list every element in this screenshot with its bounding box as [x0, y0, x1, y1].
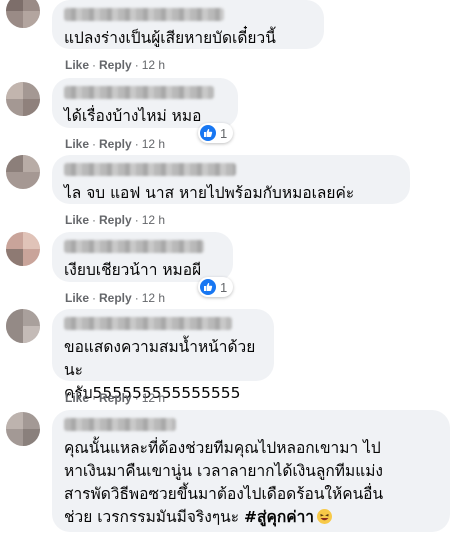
- comment-actions: Like · Reply · 12 h: [65, 58, 166, 72]
- comment-bubble: ขอแสดงความสมน้ำหน้าด้วยนะ ครับ5555555555…: [52, 309, 274, 402]
- comment-text: เงียบเชียวน้าา หมอผี: [64, 261, 202, 279]
- reply-button[interactable]: Reply: [99, 137, 132, 151]
- timestamp[interactable]: 12 h: [142, 58, 165, 72]
- like-thumb-icon: [200, 279, 216, 295]
- avatar[interactable]: [6, 412, 40, 446]
- author-name-redacted[interactable]: [64, 86, 214, 99]
- reply-button[interactable]: Reply: [99, 291, 132, 305]
- avatar[interactable]: [6, 82, 40, 116]
- comment-bubble: แปลงร่างเป็นผู้เสียหายบัดเดี๋ยวนี้: [52, 0, 324, 49]
- like-button[interactable]: Like: [65, 213, 89, 227]
- author-name-redacted[interactable]: [64, 418, 176, 431]
- comment-bubble: ได้เรื่องบ้างไหม่ หมอ: [52, 78, 238, 128]
- comment-body: คุณนั้นแหละที่ต้องช่วยทีมคุณไปหลอกเขามา …: [64, 439, 384, 526]
- comment-actions: Like · Reply · 12 h: [65, 137, 166, 151]
- laughing-emoji-icon: [316, 509, 332, 524]
- avatar[interactable]: [6, 232, 40, 266]
- reply-button[interactable]: Reply: [99, 213, 132, 227]
- comment-text: ไล จบ แอฟ นาส หายไปพร้อมกับหมอเลยค่ะ: [64, 184, 355, 202]
- reaction-summary[interactable]: 1: [198, 277, 234, 297]
- reply-button[interactable]: Reply: [99, 58, 132, 72]
- timestamp[interactable]: 12 h: [142, 137, 165, 151]
- comment-bubble: เงียบเชียวน้าา หมอผี: [52, 232, 233, 282]
- reaction-summary[interactable]: 1: [198, 123, 234, 143]
- reply-button[interactable]: Reply: [99, 391, 132, 405]
- like-button[interactable]: Like: [65, 137, 89, 151]
- author-name-redacted[interactable]: [64, 163, 236, 176]
- avatar[interactable]: [6, 155, 40, 189]
- reaction-count: 1: [220, 125, 228, 141]
- like-button[interactable]: Like: [65, 291, 89, 305]
- comment-bubble: ไล จบ แอฟ นาส หายไปพร้อมกับหมอเลยค่ะ: [52, 155, 410, 204]
- comment-text: คุณนั้นแหละที่ต้องช่วยทีมคุณไปหลอกเขามา …: [64, 437, 438, 529]
- comment-actions: Like · Reply · 12 h: [65, 391, 166, 405]
- hashtag-link[interactable]: #สู่คุกค่าา: [244, 508, 314, 526]
- like-button[interactable]: Like: [65, 58, 89, 72]
- comment-actions: Like · Reply · 12 h: [65, 213, 166, 227]
- timestamp[interactable]: 12 h: [142, 213, 165, 227]
- avatar[interactable]: [6, 309, 40, 343]
- comment-actions: Like · Reply · 12 h: [65, 291, 166, 305]
- timestamp[interactable]: 12 h: [142, 291, 165, 305]
- comment-text: แปลงร่างเป็นผู้เสียหายบัดเดี๋ยวนี้: [64, 29, 276, 47]
- timestamp[interactable]: 12 h: [142, 391, 165, 405]
- author-name-redacted[interactable]: [64, 317, 232, 330]
- author-name-redacted[interactable]: [64, 8, 224, 21]
- avatar[interactable]: [6, 0, 40, 28]
- comment-bubble: คุณนั้นแหละที่ต้องช่วยทีมคุณไปหลอกเขามา …: [52, 410, 450, 532]
- author-name-redacted[interactable]: [64, 240, 204, 253]
- reaction-count: 1: [220, 279, 228, 295]
- like-thumb-icon: [200, 125, 216, 141]
- like-button[interactable]: Like: [65, 391, 89, 405]
